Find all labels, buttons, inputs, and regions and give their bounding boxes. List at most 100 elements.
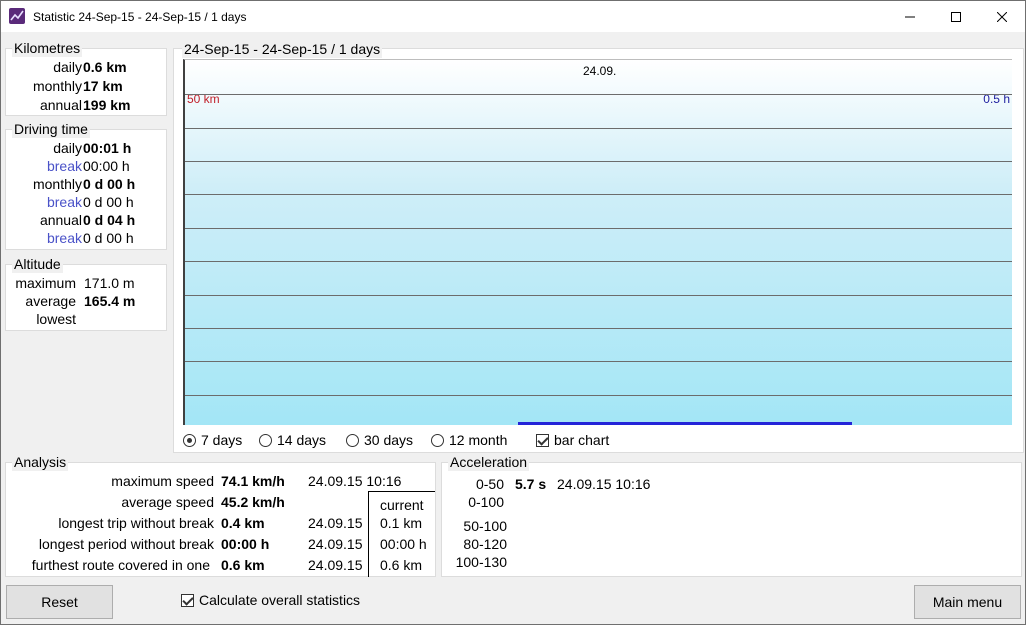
accel-0-50-value: 5.7 s — [515, 476, 547, 492]
title-bar: Statistic 24-Sep-15 - 24-Sep-15 / 1 days — [1, 1, 1025, 32]
analysis-max-speed-value: 74.1 km/h — [221, 473, 285, 489]
maximize-button[interactable] — [933, 1, 979, 32]
chart-title: 24-Sep-15 - 24-Sep-15 / 1 days — [182, 40, 383, 58]
analysis-furthest-route-value: 0.6 km — [221, 557, 265, 573]
km-annual-value: 199 km — [83, 97, 131, 113]
gridline — [185, 395, 1012, 396]
accel-50-100-label: 50-100 — [463, 518, 507, 534]
gridline — [185, 261, 1012, 262]
dt-annual-break-value: 0 d 00 h — [83, 230, 134, 246]
maximize-icon — [951, 11, 961, 22]
analysis-avg-speed-value: 45.2 km/h — [221, 494, 285, 510]
analysis-title: Analysis — [12, 453, 69, 471]
radio-12-month[interactable]: 12 month — [431, 432, 507, 448]
analysis-furthest-route-date: 24.09.15 — [308, 557, 363, 573]
analysis-longest-period-value: 00:00 h — [221, 536, 270, 552]
reset-button[interactable]: Reset — [6, 585, 113, 619]
statistic-window: Statistic 24-Sep-15 - 24-Sep-15 / 1 days… — [0, 0, 1026, 625]
accel-0-50-label: 0-50 — [475, 476, 504, 492]
kilometres-group: Kilometres daily 0.6 km monthly 17 km an… — [5, 39, 167, 116]
window-title: Statistic 24-Sep-15 - 24-Sep-15 / 1 days — [33, 10, 247, 24]
altitude-group: Altitude maximum 171.0 m average 165.4 m… — [5, 255, 167, 331]
altitude-title: Altitude — [12, 255, 63, 273]
alt-average-label: average — [25, 293, 76, 309]
accel-0-100-label: 0-100 — [468, 494, 504, 510]
gridline — [185, 128, 1012, 129]
km-daily-label: daily — [53, 59, 82, 75]
analysis-longest-period-current: 00:00 h — [380, 536, 427, 552]
analysis-furthest-route-current: 0.6 km — [380, 557, 423, 573]
radio-7-days[interactable]: 7 days — [183, 432, 242, 448]
dt-daily-value: 00:01 h — [83, 140, 132, 156]
analysis-longest-period-label: longest period without break — [38, 536, 214, 552]
kilometres-title: Kilometres — [12, 39, 83, 57]
dt-annual-break-label: break — [46, 230, 82, 246]
bar-chart-checkbox[interactable]: bar chart — [536, 432, 609, 448]
km-annual-label: annual — [39, 97, 82, 113]
radio-30-days-label: 30 days — [364, 432, 414, 448]
radio-7-days-indicator[interactable] — [183, 433, 196, 447]
acceleration-title: Acceleration — [448, 453, 530, 471]
dt-monthly-break-label: break — [46, 194, 82, 210]
accel-100-130-label: 100-130 — [455, 554, 507, 570]
gridline — [185, 295, 1012, 296]
alt-maximum-label: maximum — [15, 275, 76, 291]
calculate-overall-checkbox-label: Calculate overall statistics — [199, 592, 361, 608]
analysis-max-speed-label: maximum speed — [111, 473, 214, 489]
radio-30-days[interactable]: 30 days — [346, 432, 413, 448]
dt-daily-label: daily — [53, 140, 82, 156]
current-column-header: current — [380, 497, 424, 513]
analysis-longest-trip-date: 24.09.15 — [308, 515, 363, 531]
km-monthly-label: monthly — [32, 78, 82, 94]
main-menu-button[interactable]: Main menu — [914, 585, 1021, 619]
bar-chart-checkbox-box[interactable] — [536, 433, 549, 447]
radio-14-days[interactable]: 14 days — [259, 432, 326, 448]
gridline — [185, 161, 1012, 162]
radio-12-month-label: 12 month — [449, 432, 508, 448]
dt-annual-label: annual — [39, 212, 82, 228]
analysis-longest-trip-label: longest trip without break — [58, 515, 214, 531]
analysis-longest-period-date: 24.09.15 — [308, 536, 363, 552]
radio-30-days-indicator[interactable] — [346, 433, 359, 447]
driving-time-title: Driving time — [12, 120, 90, 138]
alt-maximum-value: 171.0 m — [84, 275, 135, 291]
radio-14-days-indicator[interactable] — [259, 433, 272, 447]
analysis-longest-trip-current: 0.1 km — [380, 515, 423, 531]
accel-80-120-label: 80-120 — [463, 536, 507, 552]
analysis-max-speed-date: 24.09.15 10:16 — [308, 473, 402, 489]
close-button[interactable] — [979, 1, 1025, 32]
dt-monthly-break-value: 0 d 00 h — [83, 194, 134, 210]
alt-lowest-label: lowest — [36, 311, 76, 327]
statistic-app-icon — [9, 8, 25, 24]
analysis-furthest-route-label: furthest route covered in one — [31, 557, 210, 573]
minimize-icon — [905, 16, 915, 17]
alt-average-value: 165.4 m — [84, 293, 136, 309]
radio-7-days-label: 7 days — [201, 432, 243, 448]
chart-bar — [518, 422, 852, 425]
chart-date-label: 24.09. — [583, 64, 617, 78]
km-monthly-value: 17 km — [83, 78, 123, 94]
close-icon — [997, 11, 1007, 22]
bar-chart-checkbox-label: bar chart — [554, 432, 610, 448]
calculate-overall-checkbox[interactable]: Calculate overall statistics — [181, 592, 360, 608]
dt-monthly-label: monthly — [32, 176, 82, 192]
km-daily-value: 0.6 km — [83, 59, 127, 75]
gridline — [185, 194, 1012, 195]
radio-12-month-indicator[interactable] — [431, 433, 444, 447]
gridline — [185, 228, 1012, 229]
dt-daily-break-label: break — [46, 158, 82, 174]
dt-monthly-value: 0 d 00 h — [83, 176, 136, 192]
calculate-overall-checkbox-box[interactable] — [181, 593, 194, 607]
gridline — [185, 361, 1012, 362]
gridline — [185, 94, 1012, 95]
minimize-button[interactable] — [887, 1, 933, 32]
driving-time-group: Driving time daily 00:01 h break 00:00 h… — [5, 120, 167, 250]
analysis-longest-trip-value: 0.4 km — [221, 515, 265, 531]
analysis-avg-speed-label: average speed — [121, 494, 214, 510]
radio-14-days-label: 14 days — [277, 432, 327, 448]
gridline — [185, 328, 1012, 329]
dt-annual-value: 0 d 04 h — [83, 212, 136, 228]
dt-daily-break-value: 00:00 h — [83, 158, 130, 174]
accel-0-50-date: 24.09.15 10:16 — [557, 476, 651, 492]
bar-chart-plot: 24.09. 50 km 0.5 h — [183, 59, 1012, 425]
